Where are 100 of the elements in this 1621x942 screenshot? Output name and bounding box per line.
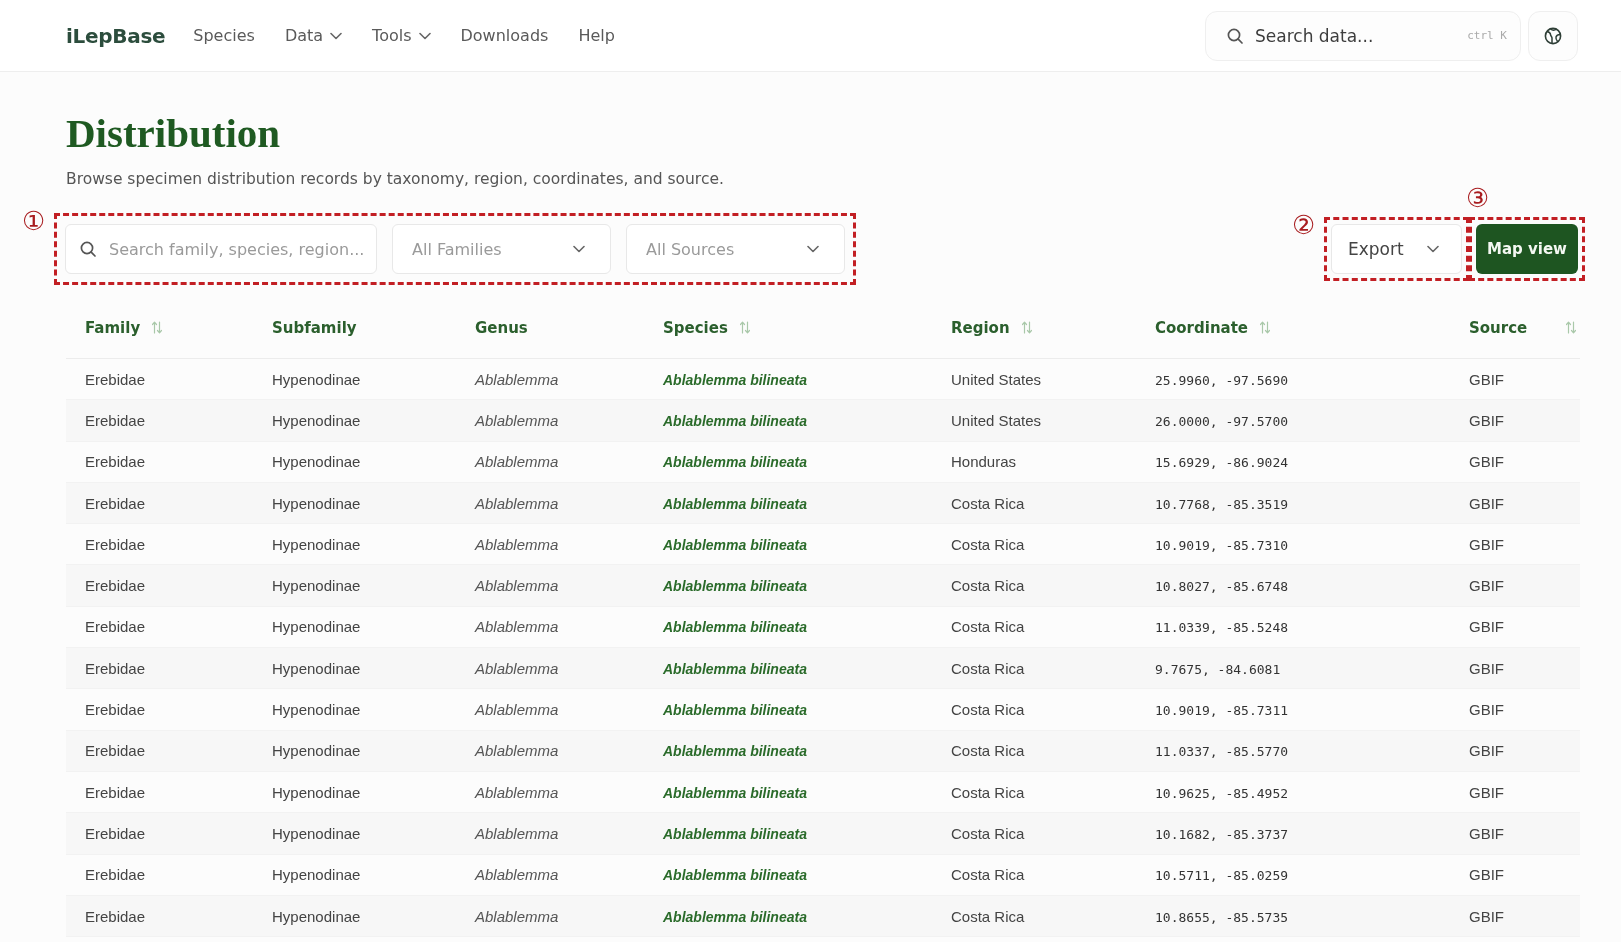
table-cell: Costa Rica	[951, 577, 1025, 595]
column-header[interactable]: Source	[1469, 318, 1528, 337]
table-cell: Ablablemma	[475, 453, 559, 471]
table-cell: Hypenodinae	[272, 824, 361, 842]
shortcut-hint: ctrl K	[1467, 28, 1507, 42]
table-cell: Ablablemma	[475, 824, 559, 842]
table-cell: Hypenodinae	[272, 577, 361, 595]
table-cell: Hypenodinae	[272, 907, 361, 925]
table-cell: GBIF	[1469, 494, 1504, 512]
table-cell: GBIF	[1469, 577, 1504, 595]
search-field[interactable]: Search family, species, region...	[65, 224, 377, 274]
table-cell: 10.9019, -85.7311	[1155, 703, 1289, 718]
table-cell: Hypenodinae	[272, 370, 361, 388]
table-cell: Ablablemma bilineata	[663, 454, 807, 471]
table-cell: Erebidae	[85, 866, 146, 884]
table-cell: Hypenodinae	[272, 701, 361, 718]
table-cell: 11.0337, -85.5770	[1155, 744, 1289, 760]
site-logo[interactable]: iLepBase	[66, 23, 166, 48]
nav-link[interactable]: Species	[193, 26, 255, 45]
table-cell: Costa Rica	[951, 494, 1025, 512]
table-cell: Costa Rica	[951, 701, 1025, 718]
table-cell: Costa Rica	[951, 618, 1025, 636]
column-header[interactable]: Species	[663, 318, 728, 337]
table-cell: Erebidae	[85, 824, 146, 842]
table-cell: Hypenodinae	[272, 659, 361, 677]
table-cell: Hypenodinae	[272, 453, 361, 471]
table-cell: Costa Rica	[951, 866, 1025, 884]
search-icon	[1227, 27, 1243, 44]
table-cell: GBIF	[1469, 659, 1504, 677]
export-dropdown[interactable]: Export	[1331, 224, 1462, 274]
table-cell: Ablablemma bilineata	[663, 619, 807, 636]
table-cell: Ablablemma	[475, 494, 559, 512]
table-cell: Erebidae	[85, 411, 146, 429]
table-cell: 26.0000, -97.5700	[1155, 413, 1289, 429]
nav-link[interactable]: Data	[284, 26, 343, 45]
callout-marker: ②	[1292, 211, 1316, 239]
table-cell: GBIF	[1469, 701, 1504, 718]
table-cell: 15.6929, -86.9024	[1155, 455, 1289, 471]
table-cell: Ablablemma	[475, 783, 559, 801]
table-cell: 10.8027, -85.6748	[1155, 579, 1289, 595]
callout-marker: ①	[22, 207, 46, 235]
table-cell: Ablablemma bilineata	[663, 371, 807, 388]
table-cell: Ablablemma	[475, 701, 559, 718]
table-cell: Costa Rica	[951, 824, 1025, 842]
table-cell: Hypenodinae	[272, 618, 361, 636]
table-cell: Erebidae	[85, 618, 146, 636]
table-cell: Ablablemma bilineata	[663, 867, 807, 884]
table-cell: Erebidae	[85, 535, 146, 553]
column-header[interactable]: Coordinate	[1155, 318, 1249, 337]
table-cell: Ablablemma	[475, 866, 559, 884]
table-cell: GBIF	[1469, 824, 1504, 842]
table-cell: Ablablemma	[475, 618, 559, 636]
table-cell: Ablablemma	[475, 411, 559, 429]
table-cell: United States	[951, 411, 1042, 429]
table-cell: Ablablemma	[475, 370, 559, 388]
table-cell: Ablablemma bilineata	[663, 784, 807, 801]
table-cell: Erebidae	[85, 370, 146, 388]
table-cell: 10.9019, -85.7310	[1155, 537, 1289, 553]
table-cell: Costa Rica	[951, 783, 1025, 801]
table-cell: Ablablemma	[475, 535, 559, 553]
table-cell: Erebidae	[85, 783, 146, 801]
table-cell: 10.1682, -85.3737	[1155, 826, 1289, 842]
table-cell: 10.8655, -85.5735	[1155, 909, 1289, 925]
globe-button[interactable]	[1528, 10, 1578, 61]
table-cell: Costa Rica	[951, 742, 1025, 760]
page-title: Distribution	[66, 110, 282, 156]
table-cell: Ablablemma bilineata	[663, 908, 807, 925]
table-cell: Erebidae	[85, 907, 146, 925]
table-cell: GBIF	[1469, 907, 1504, 925]
table-cell: Ablablemma bilineata	[663, 536, 807, 553]
chevron-down-icon	[807, 245, 819, 253]
column-header: Subfamily	[272, 318, 357, 337]
map-view-button[interactable]: Map view	[1476, 224, 1578, 274]
table-cell: GBIF	[1469, 866, 1504, 884]
table-cell: Hypenodinae	[272, 783, 361, 801]
table-cell: 9.7675, -84.6081	[1155, 661, 1281, 677]
table-cell: GBIF	[1469, 783, 1504, 801]
table-cell: Erebidae	[85, 577, 146, 595]
table-cell: Ablablemma bilineata	[663, 412, 807, 429]
column-header[interactable]: Region	[951, 318, 1010, 337]
table-cell: Ablablemma	[475, 659, 559, 677]
table-cell: GBIF	[1469, 742, 1504, 760]
page-description: Browse specimen distribution records by taxonomy, region, coordinates, and source.	[66, 169, 725, 190]
nav-link[interactable]: Help	[578, 26, 615, 45]
table-cell: GBIF	[1469, 618, 1504, 636]
table-cell: Erebidae	[85, 453, 146, 471]
table-cell: Ablablemma bilineata	[663, 578, 807, 595]
table-cell: Ablablemma	[475, 742, 559, 760]
chevron-down-icon	[1427, 245, 1439, 253]
table-cell: Ablablemma bilineata	[663, 702, 807, 718]
nav-link[interactable]: Tools	[372, 26, 431, 45]
table-cell: Hypenodinae	[272, 866, 361, 884]
nav-link[interactable]: Downloads	[460, 26, 549, 45]
column-header: Genus	[475, 318, 528, 337]
table-cell: Costa Rica	[951, 907, 1025, 925]
table-cell: United States	[951, 370, 1042, 388]
column-header[interactable]: Family	[85, 318, 141, 337]
table-cell: Ablablemma	[475, 577, 559, 595]
table-cell: Erebidae	[85, 494, 146, 512]
table-cell: Erebidae	[85, 742, 146, 760]
